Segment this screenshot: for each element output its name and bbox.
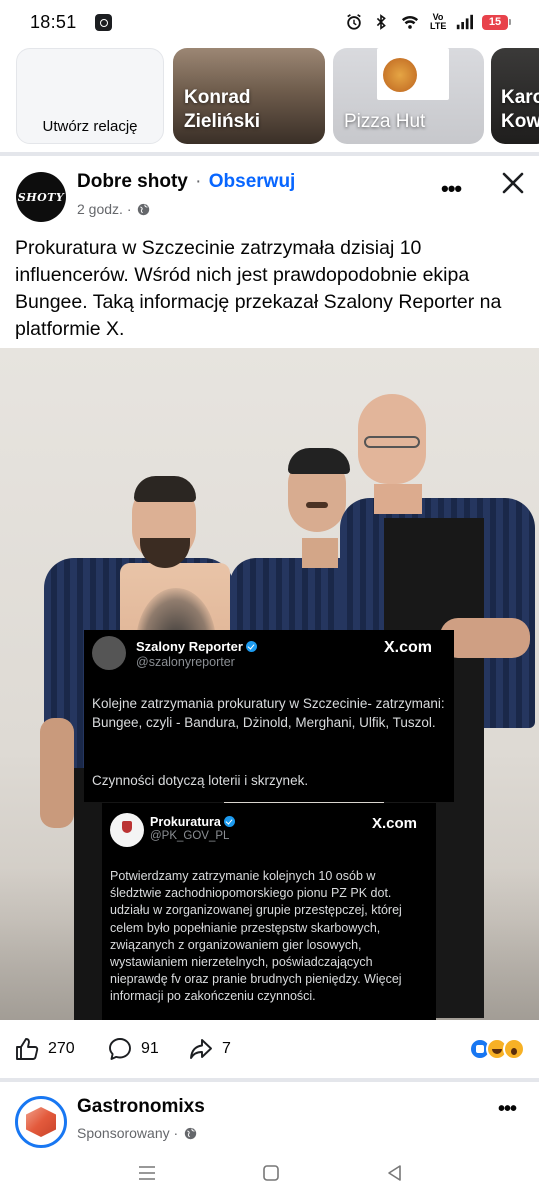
embedded-tweet-prokuratura: Prokuratura @PK_GOV_PL X.com Potwierdzam… (102, 803, 436, 1020)
like-button[interactable]: 270 (14, 1036, 75, 1062)
x-logo-label: X.com (372, 815, 418, 832)
post-header: SHOTY Dobre shoty · Obserwuj 2 godz. · •… (0, 160, 539, 226)
close-icon[interactable] (500, 170, 526, 196)
app-notification-icon (94, 13, 112, 31)
alarm-icon (347, 14, 361, 30)
story-name: Pizza Hut (344, 111, 426, 132)
share-icon (190, 1039, 212, 1059)
story-name: Konrad Zieliński (184, 87, 261, 132)
back-icon[interactable] (384, 1162, 406, 1184)
globe-icon (184, 1127, 197, 1139)
tweet-body: Kolejne zatrzymania prokuratury w Szczec… (92, 696, 445, 730)
tweet-avatar (110, 813, 144, 847)
create-story-card[interactable]: Utwórz relację (16, 48, 164, 144)
verified-badge-icon (223, 816, 235, 827)
sponsored-label[interactable]: Sponsorowany · (77, 1125, 178, 1141)
x-logo-label: X.com (384, 639, 433, 656)
reaction-summary[interactable] (469, 1038, 525, 1060)
story-card[interactable]: Konrad Zieliński (173, 48, 325, 144)
status-time: 18:51 (30, 11, 77, 32)
next-post-header: Gastronomixs Sponsorowany · ••• (0, 1086, 539, 1156)
brand-logo-icon (26, 1107, 56, 1137)
volte-icon: Vo LTE (430, 12, 447, 31)
tweet-author: Szalony Reporter (136, 639, 257, 654)
page-name-link[interactable]: Dobre shoty (77, 171, 188, 192)
signal-icon (456, 14, 473, 30)
post-time[interactable]: 2 godz. · (77, 201, 131, 217)
comment-count: 91 (141, 1040, 159, 1057)
stories-tray: Utwórz relację Konrad Zieliński Pizza Hu… (0, 48, 539, 144)
post-text: Prokuratura w Szczecinie zatrzymała dzis… (15, 237, 502, 340)
wifi-icon (401, 16, 419, 29)
post-meta: Sponsorowany · (77, 1125, 197, 1141)
wow-reaction-icon (503, 1038, 525, 1060)
header-separator: · (189, 171, 207, 192)
post-meta: 2 godz. · (77, 201, 150, 217)
status-icons: Vo LTE 15 (345, 13, 511, 31)
story-card[interactable]: Karo Kow (491, 48, 539, 144)
battery-level: 15 (482, 14, 508, 30)
post-photo[interactable]: Szalony Reporter @szalonyreporter X.com … (0, 348, 539, 1020)
follow-button[interactable]: Obserwuj (209, 171, 296, 192)
divider (0, 1078, 539, 1082)
share-count: 7 (222, 1040, 231, 1057)
tweet-body: Potwierdzamy zatrzymanie kolejnych 10 os… (110, 869, 402, 1004)
story-name: Karo Kow (501, 87, 539, 132)
post-header-title: Dobre shoty · Obserwuj (77, 171, 295, 193)
pizza-image (383, 58, 417, 92)
story-card[interactable]: Pizza Hut (333, 48, 484, 144)
tweet-body-second: Czynności dotyczą loterii i skrzynek. (92, 773, 309, 788)
system-navigation-bar (0, 1150, 539, 1200)
tweet-handle: @szalonyreporter (136, 655, 235, 669)
verified-badge-icon (245, 641, 257, 652)
home-icon[interactable] (260, 1162, 282, 1184)
more-options-button[interactable]: ••• (441, 176, 462, 202)
reactions-bar: 270 91 7 (0, 1028, 539, 1072)
divider (0, 152, 539, 156)
bluetooth-icon (376, 14, 386, 30)
avatar-logo: SHOTY (17, 190, 65, 204)
comment-button[interactable]: 91 (107, 1036, 159, 1062)
create-story-label: Utwórz relację (42, 118, 138, 135)
page-avatar[interactable] (15, 1096, 67, 1148)
like-icon (16, 1038, 39, 1060)
embedded-tweet-szalony-reporter: Szalony Reporter @szalonyreporter X.com … (84, 630, 454, 802)
battery-icon: 15 (482, 14, 511, 30)
globe-icon (138, 203, 150, 215)
share-button[interactable]: 7 (188, 1036, 231, 1062)
page-avatar[interactable]: SHOTY (16, 172, 66, 222)
like-count: 270 (48, 1040, 75, 1057)
tweet-handle: @PK_GOV_PL (150, 830, 230, 842)
status-bar: 18:51 Vo LTE 15 (0, 0, 539, 44)
tweet-avatar (92, 636, 126, 670)
more-options-button[interactable]: ••• (498, 1098, 517, 1121)
recent-apps-icon[interactable] (136, 1162, 158, 1184)
tweet-author: Prokuratura (150, 815, 235, 829)
page-name-link[interactable]: Gastronomixs (77, 1096, 205, 1118)
comment-icon (109, 1038, 131, 1060)
